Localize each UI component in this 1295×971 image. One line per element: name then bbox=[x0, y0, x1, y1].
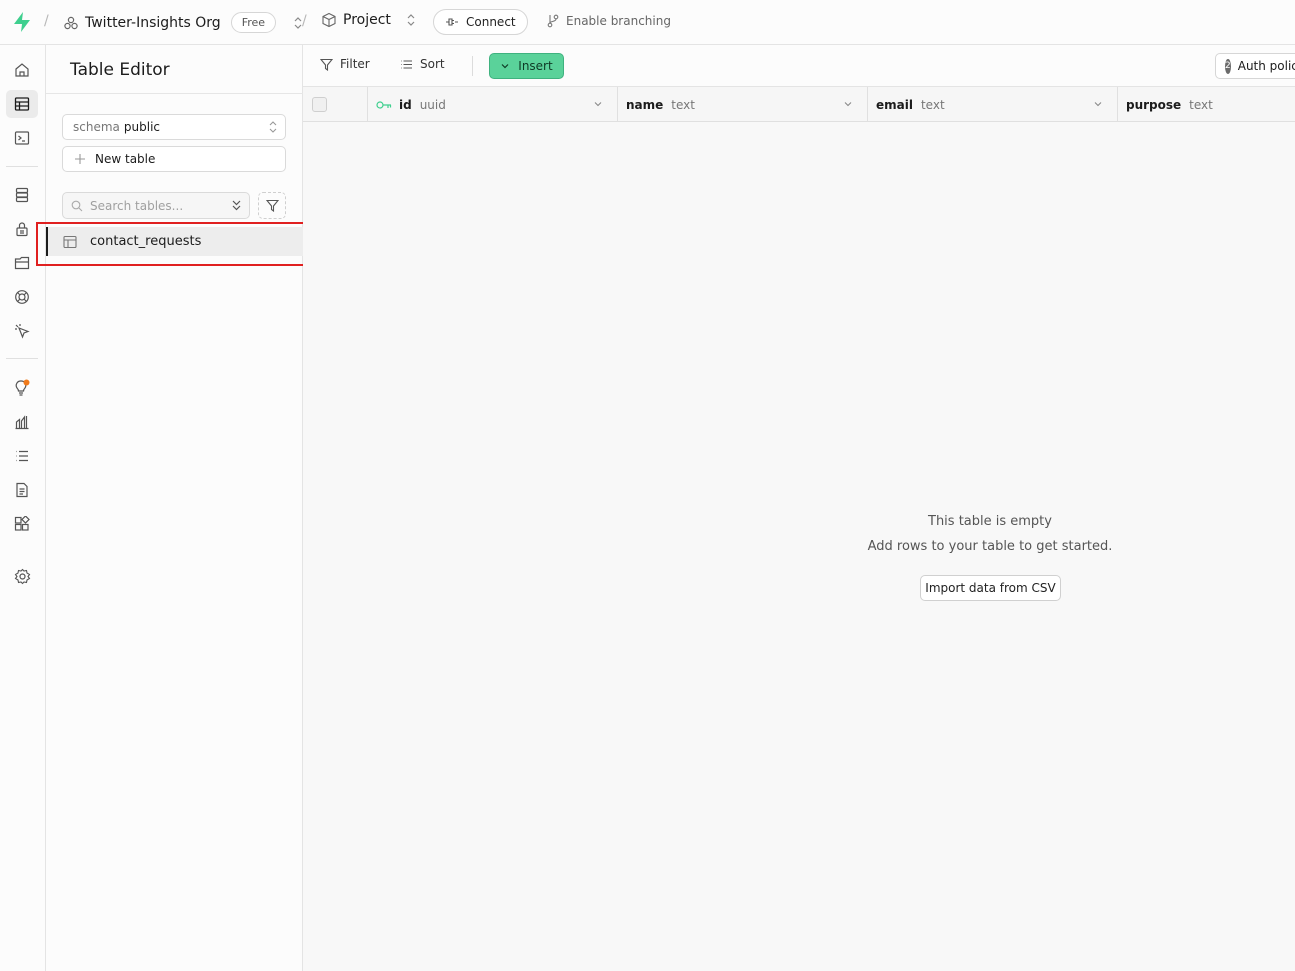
auth-policies-button[interactable]: 2 Auth policies bbox=[1215, 53, 1295, 79]
sql-editor-icon[interactable] bbox=[6, 124, 38, 152]
logs-list-icon[interactable] bbox=[6, 442, 38, 470]
auth-lock-icon[interactable] bbox=[6, 215, 38, 243]
docs-file-icon[interactable] bbox=[6, 476, 38, 504]
realtime-icon[interactable] bbox=[6, 283, 38, 311]
search-tables-input[interactable]: Search tables... bbox=[62, 192, 250, 219]
auth-policies-label: Auth policies bbox=[1237, 59, 1295, 73]
column-type: text bbox=[1189, 97, 1213, 112]
git-branch-icon bbox=[547, 14, 559, 28]
column-name: purpose bbox=[1126, 97, 1182, 112]
chevron-down-icon[interactable] bbox=[843, 99, 853, 109]
search-icon bbox=[71, 200, 83, 211]
chevron-updown-icon bbox=[269, 121, 277, 133]
chevron-down-icon[interactable] bbox=[593, 99, 603, 109]
insert-button[interactable]: Insert bbox=[489, 53, 564, 79]
sort-button[interactable]: Sort bbox=[400, 57, 445, 71]
column-name: id bbox=[399, 97, 412, 112]
plug-icon bbox=[446, 18, 458, 26]
chevron-updown-icon[interactable] bbox=[405, 13, 417, 27]
filter-icon bbox=[320, 58, 333, 71]
column-name: name bbox=[626, 97, 664, 112]
table-editor-icon[interactable] bbox=[6, 90, 38, 118]
sort-label: Sort bbox=[420, 57, 445, 71]
column-header-email[interactable]: email text bbox=[868, 87, 1118, 122]
schema-prefix: schema bbox=[73, 120, 120, 134]
schema-value: public bbox=[123, 120, 160, 134]
enable-branching-button[interactable]: Enable branching bbox=[546, 14, 671, 28]
toolbar-divider bbox=[472, 56, 473, 76]
top-bar: / Twitter-Insights Org Free / Project Co… bbox=[0, 0, 1295, 45]
empty-state-text: This table is empty Add rows to your tab… bbox=[303, 514, 1295, 554]
table-editor-sidebar: Table Editor schema public New table Sea… bbox=[46, 45, 303, 971]
table-name: contact_requests bbox=[90, 234, 202, 249]
breadcrumb-separator: / bbox=[44, 13, 49, 29]
auth-policies-count: 2 bbox=[1225, 58, 1231, 74]
table-icon bbox=[63, 235, 77, 248]
import-csv-button[interactable]: Import data from CSV bbox=[920, 575, 1061, 601]
chevrons-down-icon[interactable] bbox=[231, 199, 242, 212]
connect-label: Connect bbox=[466, 15, 516, 29]
org-switcher[interactable]: Twitter-Insights Org Free bbox=[63, 12, 304, 33]
nav-rail bbox=[0, 45, 46, 971]
column-type: text bbox=[671, 97, 695, 112]
plus-icon bbox=[75, 154, 85, 164]
project-name: Project bbox=[343, 12, 391, 28]
sidebar-title: Table Editor bbox=[70, 60, 170, 80]
filter-button[interactable]: Filter bbox=[320, 57, 370, 71]
cursor-click-icon[interactable] bbox=[6, 317, 38, 345]
project-switcher[interactable]: Project bbox=[321, 12, 417, 28]
plan-badge: Free bbox=[230, 12, 277, 33]
column-header-purpose[interactable]: purpose text bbox=[1118, 87, 1295, 122]
new-table-label: New table bbox=[95, 152, 156, 166]
chevron-down-icon[interactable] bbox=[1093, 99, 1103, 109]
sidebar-table-contact-requests[interactable]: contact_requests bbox=[46, 227, 303, 256]
sort-list-icon bbox=[401, 59, 412, 69]
column-type: text bbox=[920, 97, 945, 112]
primary-key-icon bbox=[376, 100, 392, 109]
grid-header-row: id uuid name text email text purpose tex… bbox=[303, 87, 1295, 122]
column-header-name[interactable]: name text bbox=[618, 87, 868, 122]
supabase-logo-icon[interactable] bbox=[12, 11, 32, 33]
settings-gear-icon[interactable] bbox=[6, 562, 38, 590]
cube-icon bbox=[322, 12, 336, 28]
storage-icon[interactable] bbox=[6, 249, 38, 277]
rail-divider bbox=[6, 358, 38, 359]
filter-icon bbox=[265, 199, 279, 212]
search-placeholder: Search tables... bbox=[90, 198, 184, 213]
chevron-down-icon bbox=[501, 64, 509, 69]
filter-label: Filter bbox=[340, 57, 370, 71]
home-icon[interactable] bbox=[6, 56, 38, 84]
empty-state-title: This table is empty bbox=[928, 514, 1052, 529]
column-type: uuid bbox=[419, 97, 446, 112]
database-icon[interactable] bbox=[6, 181, 38, 209]
rail-divider bbox=[6, 166, 38, 167]
select-all-column bbox=[303, 87, 368, 122]
grid-toolbar: Filter Sort Insert 2 Auth policies bbox=[303, 45, 1295, 87]
branching-label: Enable branching bbox=[566, 14, 671, 28]
grid-area: Filter Sort Insert 2 Auth policies id uu… bbox=[303, 45, 1295, 971]
advisor-lightbulb-icon[interactable] bbox=[6, 374, 38, 402]
column-name: email bbox=[876, 97, 913, 112]
reports-chart-icon[interactable] bbox=[6, 408, 38, 436]
column-header-id[interactable]: id uuid bbox=[368, 87, 618, 122]
empty-state-subtitle: Add rows to your table to get started. bbox=[867, 539, 1113, 554]
table-filter-button[interactable] bbox=[258, 192, 286, 219]
schema-selector[interactable]: schema public bbox=[62, 114, 286, 140]
insert-label: Insert bbox=[518, 59, 553, 73]
breadcrumb-separator: / bbox=[302, 13, 307, 29]
connect-button[interactable]: Connect bbox=[433, 9, 528, 35]
sidebar-divider bbox=[46, 93, 303, 94]
org-name: Twitter-Insights Org bbox=[85, 14, 221, 31]
org-icon bbox=[64, 16, 78, 29]
integrations-icon[interactable] bbox=[6, 510, 38, 538]
select-all-checkbox[interactable] bbox=[312, 97, 327, 112]
new-table-button[interactable]: New table bbox=[62, 146, 286, 172]
selected-indicator bbox=[46, 227, 48, 256]
